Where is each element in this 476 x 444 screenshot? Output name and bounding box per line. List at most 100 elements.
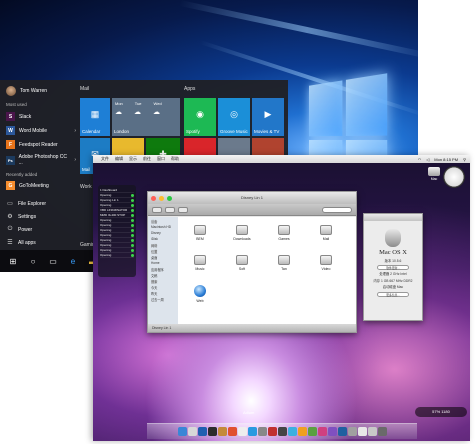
item-label: Games xyxy=(278,237,290,241)
photos-icon[interactable] xyxy=(317,427,327,436)
sidebar-item[interactable]: 过去一周 xyxy=(148,297,178,303)
edge-icon[interactable]: e xyxy=(66,254,80,268)
system-power[interactable]: ⏻ Power xyxy=(6,226,33,233)
folder-item[interactable]: Soft xyxy=(228,255,256,271)
menu-item[interactable]: 前往 xyxy=(143,156,151,162)
mail-icon[interactable] xyxy=(237,427,247,436)
app-icon[interactable] xyxy=(307,427,317,436)
search-icon[interactable]: ○ xyxy=(26,254,40,268)
dock-hover-label: Adium xyxy=(243,410,255,415)
light-beam xyxy=(179,0,418,60)
finder-titlebar[interactable]: Disney Lin 1 xyxy=(148,192,356,204)
folder-icon[interactable] xyxy=(367,427,377,436)
menu-item[interactable]: 编辑 xyxy=(115,156,123,162)
mac-menubar: 文件 编辑 显示 前往 窗口 帮助 ◠ ◁ Mon 8:15 PM ⚲ xyxy=(93,155,470,163)
tile-weather[interactable]: Mon Tue Wed ☁ ☁ ☁ London xyxy=(112,98,180,136)
terminal-icon[interactable] xyxy=(277,427,287,436)
software-update-button[interactable]: 软件更新... xyxy=(377,265,409,270)
user-account[interactable]: Tom Warren xyxy=(6,86,47,96)
drive-icon xyxy=(320,225,332,235)
about-titlebar[interactable] xyxy=(364,214,422,221)
folder-item[interactable]: Web xyxy=(186,285,214,303)
back-forward-button[interactable] xyxy=(152,206,162,213)
app-label: GoToMeeting xyxy=(19,182,49,189)
app-icon[interactable] xyxy=(337,427,347,436)
app-label: Feedspot Reader xyxy=(19,141,58,148)
most-used-heading: Most used xyxy=(6,102,27,107)
item-label: Downloads xyxy=(233,237,251,241)
feedspot-icon: F xyxy=(6,140,15,149)
tile-calendar[interactable]: ▦ Calendar xyxy=(80,98,110,136)
menu-item[interactable]: 帮助 xyxy=(171,156,179,162)
system-all-apps[interactable]: ☰ All apps xyxy=(6,239,36,247)
itunes-icon[interactable] xyxy=(287,427,297,436)
adium-icon[interactable] xyxy=(217,427,227,436)
app-icon[interactable] xyxy=(327,427,337,436)
app-word-mobile[interactable]: W Word Mobile › xyxy=(6,126,76,135)
system-file-explorer[interactable]: ▭ File Explorer xyxy=(6,200,46,208)
folder-item[interactable]: Downloads xyxy=(228,225,256,241)
task-view-icon[interactable]: ▭ xyxy=(46,254,60,268)
menu-item[interactable]: 文件 xyxy=(101,156,109,162)
app-slack[interactable]: S Slack xyxy=(6,112,76,121)
memory-info: 内存 1 GB 667 MHz DDR2 xyxy=(373,278,413,283)
finder-content: BEM Downloads Games Mail Music Soft Tan … xyxy=(178,217,356,324)
system-label: All apps xyxy=(18,239,36,246)
trash-icon[interactable] xyxy=(377,427,387,436)
recently-added-heading: Recently added xyxy=(6,172,38,177)
clock-widget[interactable] xyxy=(443,166,465,188)
tile-movies-tv[interactable]: ▶ Movies & TV xyxy=(252,98,284,136)
clock-icon[interactable] xyxy=(187,427,197,436)
safari-icon[interactable] xyxy=(197,427,207,436)
calendar-icon[interactable] xyxy=(267,427,277,436)
tile-spotify[interactable]: ◉ Spotify xyxy=(184,98,216,136)
skype-icon[interactable] xyxy=(247,427,257,436)
more-info-button[interactable]: 更多信息... xyxy=(377,291,409,297)
search-input[interactable] xyxy=(322,206,352,213)
menubar-clock[interactable]: Mon 8:15 PM xyxy=(434,157,458,162)
action-button[interactable] xyxy=(178,206,188,213)
folder-item[interactable]: Video xyxy=(312,255,340,271)
app-feedspot-reader[interactable]: F Feedspot Reader xyxy=(6,140,76,149)
tile-label: Calendar xyxy=(82,129,101,134)
firefox-icon[interactable] xyxy=(227,427,237,436)
list-item[interactable]: Opening xyxy=(100,253,134,258)
chevron-right-icon[interactable]: › xyxy=(74,128,76,134)
view-mode-button[interactable] xyxy=(165,206,175,213)
system-meter-widget[interactable]: 57% 1180 xyxy=(415,407,467,417)
app-gotomeeting[interactable]: G GoToMeeting xyxy=(6,181,76,190)
vlc-icon[interactable] xyxy=(297,427,307,436)
spotlight-icon[interactable]: ⚲ xyxy=(463,157,466,162)
volume-icon[interactable]: ◁ xyxy=(426,157,429,162)
movies-icon: ▶ xyxy=(264,109,272,120)
windows-icon[interactable]: ⊞ xyxy=(6,254,20,268)
drive-icon xyxy=(236,225,248,235)
folder-icon: ▭ xyxy=(7,201,13,207)
dashboard-icon[interactable] xyxy=(207,427,217,436)
finder-status-bar: Disney Lin 1 xyxy=(148,324,356,332)
chevron-right-icon[interactable]: › xyxy=(74,157,76,163)
menu-item[interactable]: 窗口 xyxy=(157,156,165,162)
folder-item[interactable]: Music xyxy=(186,255,214,271)
user-name: Tom Warren xyxy=(20,88,48,94)
tile-groove-music[interactable]: ◎ Groove Music xyxy=(218,98,250,136)
tile-label: London xyxy=(114,129,130,134)
cloud-icon: ☁ xyxy=(115,109,122,116)
folder-item[interactable]: Mail xyxy=(312,225,340,241)
app-adobe-photoshop[interactable]: Ps Adobe Photoshop CC ... › xyxy=(6,154,76,166)
menu-item[interactable]: 显示 xyxy=(129,156,137,162)
document-icon[interactable] xyxy=(357,427,367,436)
drive-icon xyxy=(278,255,290,265)
folder-item[interactable]: Games xyxy=(270,225,298,241)
system-settings[interactable]: ⚙ Settings xyxy=(6,213,36,221)
photoshop-icon: Ps xyxy=(6,155,15,165)
system-preferences-icon[interactable] xyxy=(347,427,357,436)
dashboard-widget-list: 1 Dashboard Opening Opening Lin 1 Openin… xyxy=(98,185,136,277)
wifi-icon[interactable]: ◠ xyxy=(418,157,422,162)
folder-item[interactable]: Tan xyxy=(270,255,298,271)
folder-item[interactable]: BEM xyxy=(186,225,214,241)
finder-icon[interactable] xyxy=(177,427,187,436)
gear-icon: ⚙ xyxy=(7,214,13,220)
preview-icon[interactable] xyxy=(257,427,267,436)
desktop-hard-disk[interactable]: Mac xyxy=(427,167,441,181)
